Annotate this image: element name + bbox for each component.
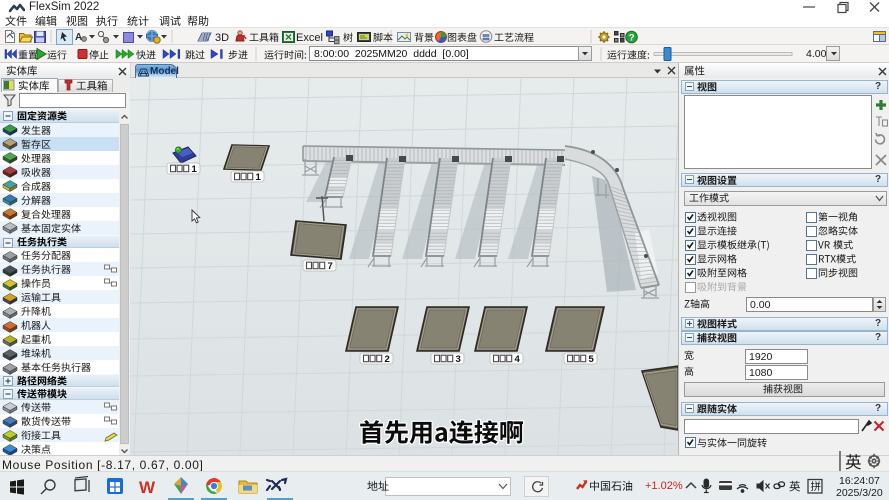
- svg-text:1: 1: [192, 164, 198, 175]
- svg-text:2: 2: [385, 354, 390, 365]
- svg-text:3: 3: [456, 354, 461, 365]
- svg-text:7: 7: [328, 261, 333, 272]
- svg-text:4: 4: [515, 354, 521, 365]
- svg-text:Excel: Excel: [296, 32, 323, 44]
- svg-text:?: ?: [629, 33, 635, 44]
- svg-text:W: W: [139, 478, 156, 497]
- svg-text:3D: 3D: [215, 32, 229, 44]
- svg-text:1: 1: [256, 172, 262, 183]
- svg-text:A: A: [75, 32, 82, 43]
- svg-text:5: 5: [589, 354, 595, 365]
